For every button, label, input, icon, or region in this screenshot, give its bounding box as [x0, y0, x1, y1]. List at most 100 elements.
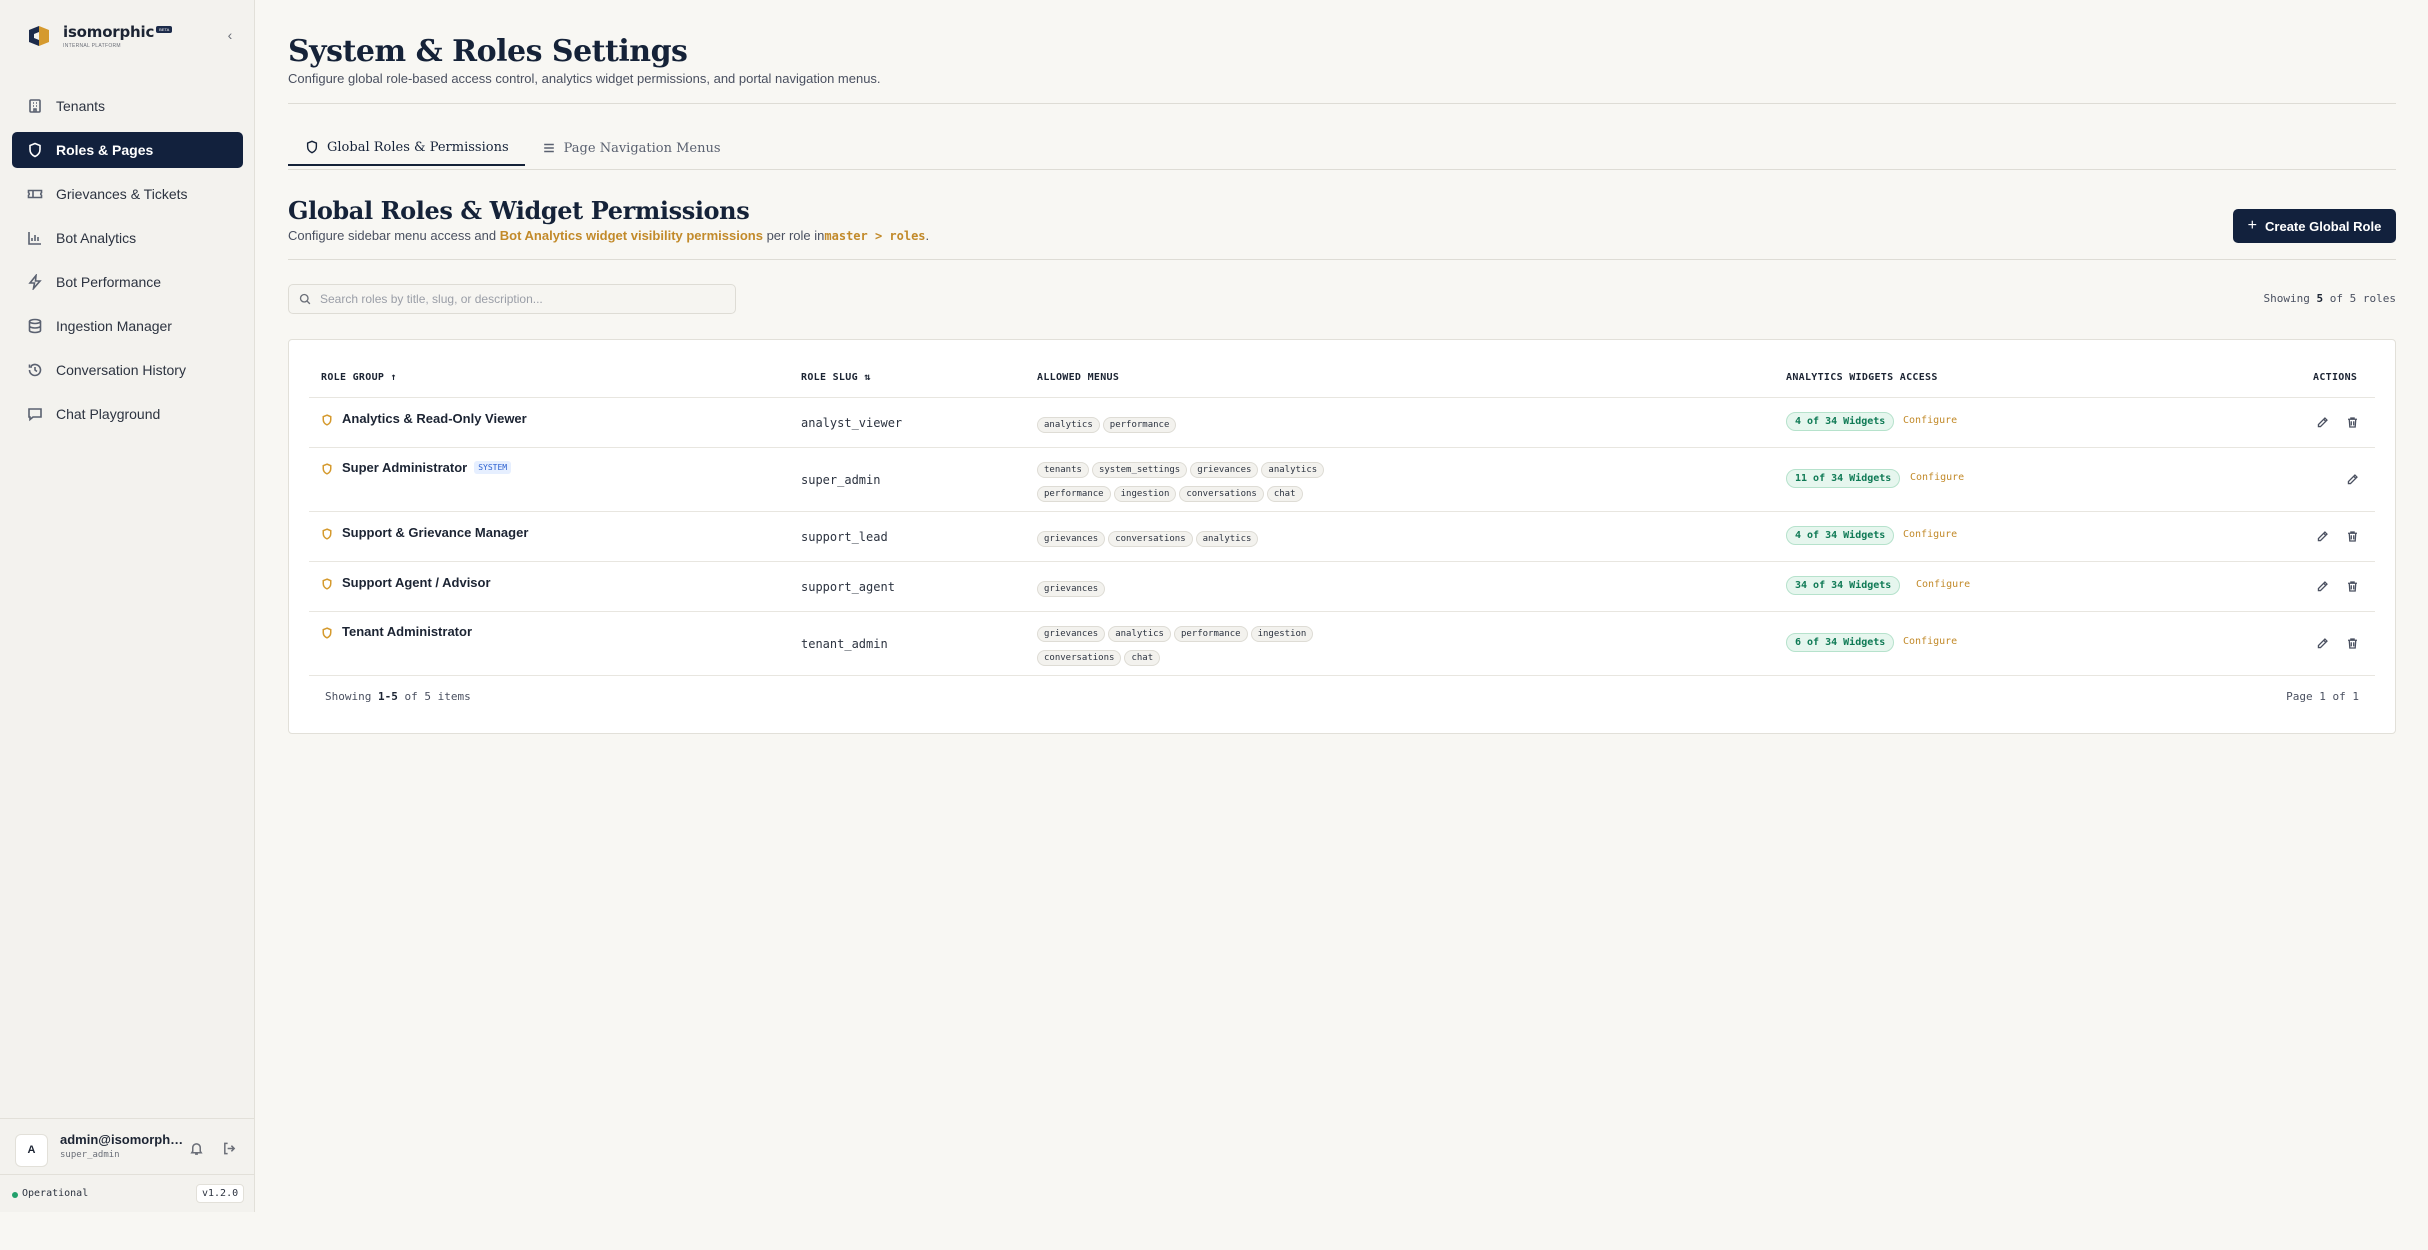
trash-icon[interactable] [2346, 637, 2360, 651]
column-header-allowed-menus: ALLOWED MENUS [1037, 372, 1120, 383]
pagination-info: Page 1 of 1 [2286, 690, 2359, 703]
allowed-menus: grievances analytics performance ingestion … [1037, 623, 1387, 671]
create-global-role-button[interactable]: + Create Global Role [2233, 209, 2396, 243]
column-header-actions: ACTIONS [2313, 372, 2358, 383]
collapse-sidebar-icon[interactable]: ‹ [223, 28, 237, 42]
shield-icon [321, 626, 333, 639]
roles-count-prefix: Showing [2263, 292, 2310, 305]
sidebar-item-tenants[interactable]: Tenants [12, 88, 243, 124]
sidebar-item-label: Bot Performance [56, 274, 162, 290]
divider [288, 259, 2396, 260]
edit-icon[interactable] [2316, 580, 2330, 594]
table-row: Support Agent / Advisor support_agent gr… [309, 562, 2375, 612]
sidebar-item-ingestion-manager[interactable]: Ingestion Manager [12, 308, 243, 344]
trash-icon[interactable] [2346, 580, 2360, 594]
edit-icon[interactable] [2316, 530, 2330, 544]
sidebar-item-conversation-history[interactable]: Conversation History [12, 352, 243, 388]
sidebar-item-label: Grievances & Tickets [56, 186, 188, 202]
widgets-access-badge: 11 of 34 Widgets [1786, 469, 1901, 488]
user-bar: A admin@isomorph… super_admin [0, 1118, 255, 1174]
roles-table-card: ROLE GROUP ↑ ROLE SLUG ⇅ ALLOWED MENUS A… [288, 339, 2396, 734]
search-input[interactable] [320, 292, 720, 306]
shield-icon [321, 462, 333, 475]
plus-icon: + [2247, 217, 2258, 234]
create-global-role-label: Create Global Role [2265, 218, 2382, 234]
sidebar-item-label: Bot Analytics [56, 230, 137, 246]
role-slug: support_agent [801, 580, 895, 594]
edit-icon[interactable] [2316, 637, 2330, 651]
message-icon [26, 405, 44, 423]
version-badge: v1.2.0 [196, 1184, 245, 1203]
brand[interactable]: isomorphic BETA INTERNAL PLATFORM [25, 22, 173, 50]
menu-chip: system_settings [1091, 462, 1188, 478]
widgets-access-badge: 6 of 34 Widgets [1786, 633, 1895, 652]
role-slug: super_admin [801, 473, 881, 487]
section-subtitle-highlight: Bot Analytics widget visibility permissi… [499, 228, 763, 243]
roles-count-suffix: of 5 roles [2329, 292, 2396, 305]
sidebar-item-chat-playground[interactable]: Chat Playground [12, 396, 243, 432]
brand-badge: BETA [156, 26, 173, 33]
divider [288, 103, 2396, 104]
status-dot-icon [12, 1192, 18, 1198]
page-title: System & Roles Settings [288, 34, 688, 69]
role-name: Support Agent / Advisor [342, 575, 491, 590]
sidebar-item-bot-analytics[interactable]: Bot Analytics [12, 220, 243, 256]
search-field[interactable] [288, 284, 736, 314]
menu-chip: chat [1266, 486, 1303, 502]
menu-icon [543, 143, 554, 153]
footer-range: 1-5 [377, 690, 398, 703]
sidebar-item-label: Chat Playground [56, 406, 161, 422]
shield-icon [321, 413, 333, 426]
trash-icon[interactable] [2346, 416, 2360, 430]
widgets-access-badge: 4 of 34 Widgets [1786, 412, 1895, 431]
system-badge: SYSTEM [474, 461, 512, 474]
configure-link[interactable]: Configure [1910, 472, 1964, 483]
ticket-icon [26, 185, 44, 203]
configure-link[interactable]: Configure [1903, 636, 1957, 647]
sidebar: isomorphic BETA INTERNAL PLATFORM ‹ Tenan… [0, 0, 255, 1212]
menu-chip: grievances [1037, 626, 1106, 642]
sidebar-item-label: Conversation History [56, 362, 186, 378]
table-row: Analytics & Read-Only Viewer analyst_vie… [309, 398, 2375, 448]
section-subtitle-mid: per role in [766, 228, 825, 243]
sidebar-item-roles-pages[interactable]: Roles & Pages [12, 132, 243, 168]
shield-icon [26, 141, 44, 159]
column-header-role-group[interactable]: ROLE GROUP ↑ [321, 372, 397, 383]
section-subtitle-code: master > roles [824, 229, 926, 243]
role-name: Tenant Administrator [342, 624, 473, 639]
role-name-text: Super Administrator [342, 460, 468, 475]
menu-chip: analytics [1261, 462, 1325, 478]
edit-icon[interactable] [2346, 473, 2360, 487]
table-footer-count: Showing 1-5 of 5 items [325, 690, 471, 703]
column-header-widgets-access: ANALYTICS WIDGETS ACCESS [1786, 372, 1938, 383]
tab-page-navigation[interactable]: Page Navigation Menus [525, 130, 737, 166]
allowed-menus: analytics performance [1037, 414, 1387, 438]
role-slug: tenant_admin [801, 637, 888, 651]
edit-icon[interactable] [2316, 416, 2330, 430]
avatar[interactable]: A [15, 1134, 48, 1167]
bell-icon[interactable] [189, 1141, 204, 1156]
status-bar: Operational v1.2.0 [0, 1174, 255, 1212]
role-slug: analyst_viewer [801, 416, 903, 430]
footer-suffix: of 5 items [404, 690, 471, 703]
tab-global-roles[interactable]: Global Roles & Permissions [288, 130, 525, 166]
sidebar-item-grievances[interactable]: Grievances & Tickets [12, 176, 243, 212]
logo-icon [25, 22, 53, 50]
configure-link[interactable]: Configure [1903, 529, 1957, 540]
menu-chip: chat [1124, 650, 1161, 666]
sidebar-item-bot-performance[interactable]: Bot Performance [12, 264, 243, 300]
table-row: Tenant Administrator tenant_admin grieva… [309, 612, 2375, 676]
sidebar-item-label: Tenants [56, 98, 106, 114]
logout-icon[interactable] [222, 1141, 237, 1156]
column-header-role-slug[interactable]: ROLE SLUG ⇅ [801, 372, 871, 383]
bar-chart-icon [26, 229, 44, 247]
shield-icon [321, 577, 333, 590]
sidebar-item-label: Roles & Pages [56, 142, 154, 158]
trash-icon[interactable] [2346, 530, 2360, 544]
configure-link[interactable]: Configure [1903, 415, 1957, 426]
table-row: Super Administrator SYSTEM super_admin te… [309, 448, 2375, 512]
configure-link[interactable]: Configure [1916, 579, 1970, 590]
divider [288, 169, 2396, 170]
allowed-menus: grievances conversations analytics [1037, 528, 1387, 552]
table-row: Support & Grievance Manager support_lead… [309, 512, 2375, 562]
